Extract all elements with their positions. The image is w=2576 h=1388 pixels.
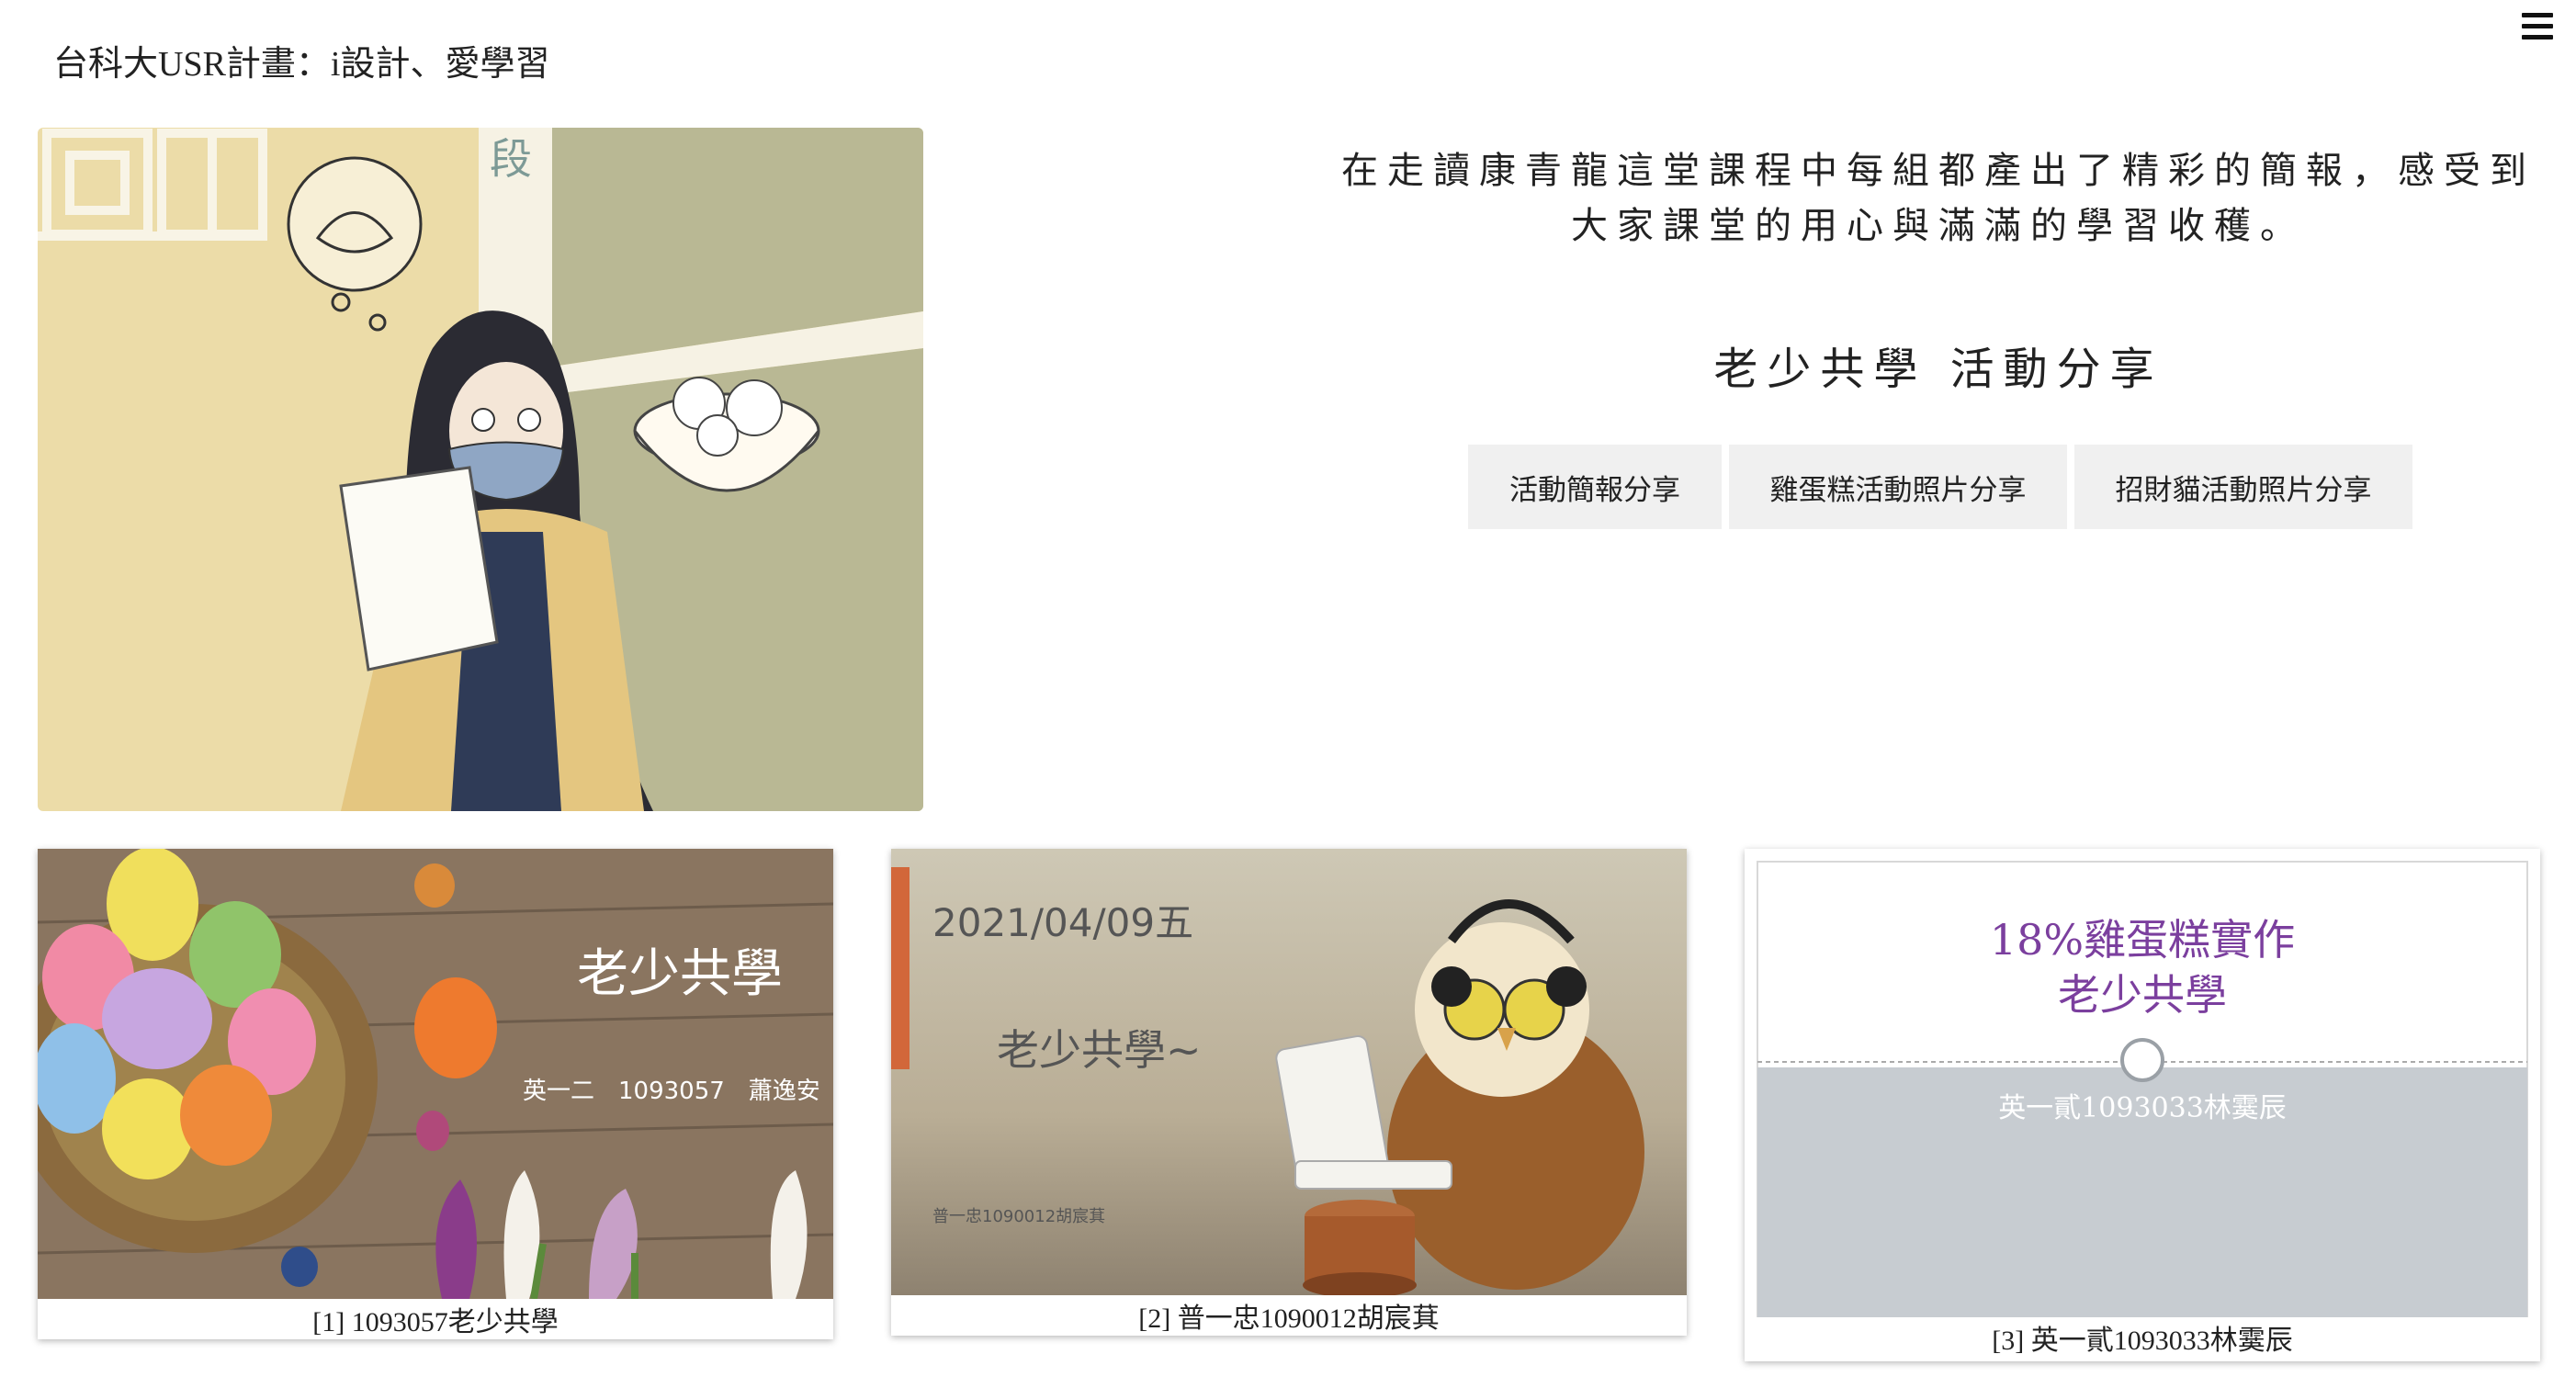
slide-3-image: 18%雞蛋糕實作 老少共學 英一貳1093033林霙辰 [1745,849,2540,1317]
slide-thumbnail-3[interactable]: 18%雞蛋糕實作 老少共學 英一貳1093033林霙辰 [1745,849,2540,1317]
card-caption-1[interactable]: [1] 1093057老少共學 [38,1299,833,1339]
slide-subtitle-3: 英一貳1093033林霙辰 [1998,1092,2287,1124]
presentation-card-1[interactable]: 老少共學 英一二 1093057 蕭逸安 [1] 1093057老少共學 [38,849,833,1339]
slide-date-2: 2021/04/09五 [932,900,1193,945]
section-heading: 老少共學 活動分享 [1713,344,2164,395]
illustration-student-with-mask: 段 [38,128,923,811]
intro-line-2: 大家課堂的用心與滿滿的學習收穫。 [1571,205,2306,247]
sign-text: 段 [490,134,532,184]
intro-line-1: 在走讀康青龍這堂課程中每組都產出了精彩的簡報，感受到 [1341,150,2536,192]
presentation-card-3[interactable]: 18%雞蛋糕實作 老少共學 英一貳1093033林霙辰 [3] 英一貳10930… [1745,849,2540,1361]
slide-title-2: 老少共學~ [997,1025,1202,1075]
intro-text: 在走讀康青龍這堂課程中每組都產出了精彩的簡報，感受到 大家課堂的用心與滿滿的學習… [1286,143,2576,254]
presentation-card-2[interactable]: 2021/04/09五 老少共學~ 普一忠1090012胡宸萁 [2] 普一忠1… [891,849,1687,1336]
slide-title-3b: 老少共學 [2058,970,2227,1020]
easter-eggs-image: 老少共學 英一二 1093057 蕭逸安 [38,849,833,1299]
share-button-row: 活動簡報分享 雞蛋糕活動照片分享 招財貓活動照片分享 [1468,445,2412,529]
slide-small-2: 普一忠1090012胡宸萁 [932,1207,1105,1226]
hamburger-menu-icon[interactable] [2522,13,2553,40]
presentation-share-button[interactable]: 活動簡報分享 [1468,445,1722,529]
lucky-cat-photos-button[interactable]: 招財貓活動照片分享 [2074,445,2412,529]
owl-laptop-image: 2021/04/09五 老少共學~ 普一忠1090012胡宸萁 [891,849,1687,1295]
card-caption-3[interactable]: [3] 英一貳1093033林霙辰 [1745,1317,2540,1358]
site-title[interactable]: 台科大USR計畫：i設計、愛學習 [53,35,549,85]
slide-subtitle-1: 英一二 1093057 蕭逸安 [523,1078,820,1105]
slide-thumbnail-2[interactable]: 2021/04/09五 老少共學~ 普一忠1090012胡宸萁 [891,849,1687,1295]
slide-title-3a: 18%雞蛋糕實作 [1990,915,2295,965]
slide-thumbnail-1[interactable]: 老少共學 英一二 1093057 蕭逸安 [38,849,833,1299]
card-caption-2[interactable]: [2] 普一忠1090012胡宸萁 [891,1295,1687,1336]
egg-cake-photos-button[interactable]: 雞蛋糕活動照片分享 [1729,445,2067,529]
slide-title-1: 老少共學 [577,944,783,1004]
hero-illustration: 段 [38,128,923,811]
